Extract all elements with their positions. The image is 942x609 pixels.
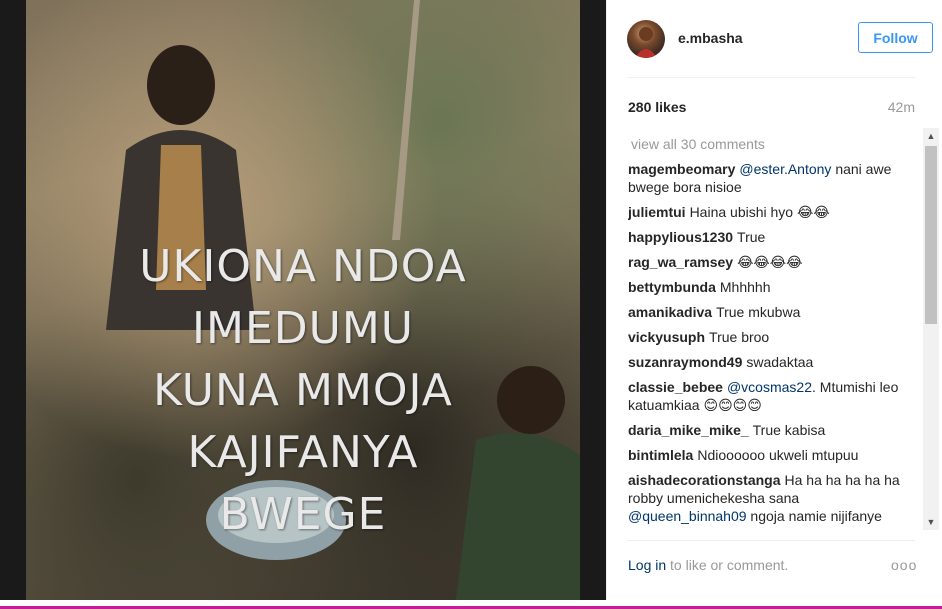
meme-line: KAJIFANYA — [187, 427, 419, 478]
comment: bettymbunda Mhhhhh — [628, 278, 918, 296]
comment: happylious1230 True — [628, 228, 918, 246]
divider — [627, 540, 915, 541]
post-timestamp[interactable]: 42m — [888, 99, 915, 115]
comment-text: 😂😂😂😂 — [737, 254, 803, 270]
comment-author[interactable]: bettymbunda — [628, 279, 716, 295]
meme-line: KUNA MMOJA — [153, 365, 453, 416]
comment: magembeomary @ester.Antony nani awe bwege… — [628, 160, 918, 196]
meme-line: UKIONA NDOA — [139, 241, 467, 292]
comment-text: True — [737, 229, 766, 245]
scroll-up-arrow-icon[interactable]: ▲ — [923, 128, 939, 144]
comment: aishadecorationstanga Ha ha ha ha ha ha r… — [628, 471, 918, 525]
comment: bintimlela Ndioooooo ukweli mtupuu — [628, 446, 918, 464]
divider — [627, 77, 915, 78]
avatar-image — [635, 27, 657, 58]
comment-author[interactable]: vickyusuph — [628, 329, 705, 345]
likes-count[interactable]: 280 likes — [628, 99, 686, 115]
comment: classie_bebee @vcosmas22. Mtumishi leo ka… — [628, 378, 918, 414]
scrollbar-thumb[interactable] — [925, 146, 937, 324]
comment: vickyusuph True broo — [628, 328, 918, 346]
comment-mention[interactable]: @ester.Antony — [739, 161, 831, 177]
comment-author[interactable]: aishadecorationstanga — [628, 472, 781, 488]
photo-pole — [392, 0, 420, 240]
comment-author[interactable]: magembeomary — [628, 161, 735, 177]
comment-author[interactable]: happylious1230 — [628, 229, 733, 245]
follow-button[interactable]: Follow — [858, 22, 933, 53]
image-border-left — [0, 0, 26, 600]
meme-caption: UKIONA NDOA IMEDUMU KUNA MMOJA KAJIFANYA… — [26, 236, 580, 546]
image-border-right — [580, 0, 606, 600]
post-image[interactable]: UKIONA NDOA IMEDUMU KUNA MMOJA KAJIFANYA… — [0, 0, 606, 600]
comment-author[interactable]: rag_wa_ramsey — [628, 254, 733, 270]
comments-scrollbar[interactable]: ▲ ▼ — [923, 128, 939, 530]
comment: daria_mike_mike_ True kabisa — [628, 421, 918, 439]
login-link[interactable]: Log in — [628, 557, 666, 573]
comment-mention[interactable]: @queen_binnah09 — [628, 508, 747, 524]
comment-author[interactable]: juliemtui — [628, 204, 686, 220]
comments-list: view all 30 comments magembeomary @ester.… — [628, 136, 918, 528]
comment-text: Haina ubishi hyo 😂😂 — [689, 204, 830, 220]
view-all-comments-link[interactable]: view all 30 comments — [628, 136, 918, 152]
comment-text: Mhhhhh — [719, 279, 771, 295]
comment-author[interactable]: amanikadiva — [628, 304, 712, 320]
comment-text: Ndioooooo ukweli mtupuu — [697, 447, 859, 463]
comment-mention[interactable]: @vcosmas22 — [727, 379, 812, 395]
username-link[interactable]: e.mbasha — [678, 30, 743, 46]
comment-text: True mkubwa — [716, 304, 801, 320]
comment-author[interactable]: daria_mike_mike_ — [628, 422, 749, 438]
comment-author[interactable]: bintimlela — [628, 447, 693, 463]
comment: amanikadiva True mkubwa — [628, 303, 918, 321]
meme-line: BWEGE — [219, 489, 387, 540]
comment-text: ngoja namie nijifanye — [746, 508, 882, 524]
avatar[interactable] — [627, 20, 665, 58]
comment: juliemtui Haina ubishi hyo 😂😂 — [628, 203, 918, 221]
post-header: e.mbasha Follow — [627, 18, 933, 60]
more-options-icon[interactable]: ooo — [891, 557, 917, 573]
post-side-panel: e.mbasha Follow 280 likes 42m view all 3… — [606, 0, 942, 600]
comment-text: True broo — [709, 329, 770, 345]
comment-author[interactable]: classie_bebee — [628, 379, 723, 395]
comment-text: True kabisa — [752, 422, 826, 438]
comment: suzanraymond49 swadaktaa — [628, 353, 918, 371]
comment: rag_wa_ramsey 😂😂😂😂 — [628, 253, 918, 271]
scroll-down-arrow-icon[interactable]: ▼ — [923, 514, 939, 530]
meme-line: IMEDUMU — [192, 303, 414, 354]
login-prompt-text: to like or comment. — [666, 557, 789, 573]
login-prompt: Log in to like or comment. — [628, 557, 788, 573]
comment-text: swadaktaa — [746, 354, 814, 370]
comment-author[interactable]: suzanraymond49 — [628, 354, 742, 370]
